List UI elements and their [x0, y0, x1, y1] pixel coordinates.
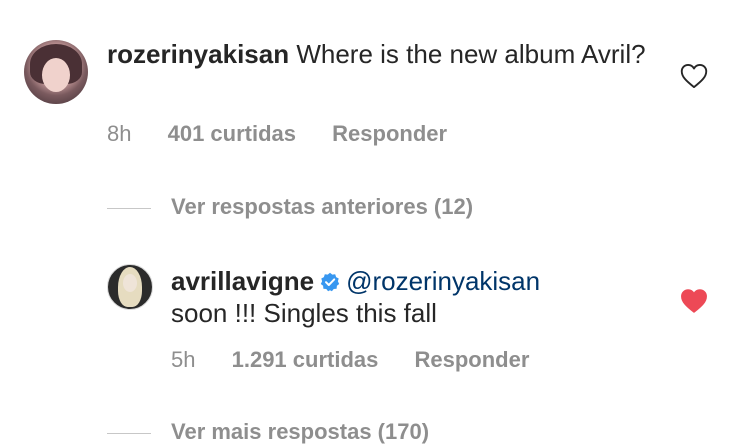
comment-body: avrillavigne @rozerinyakisan soon !!! Si…	[171, 265, 651, 329]
comment-username[interactable]: avrillavigne	[171, 266, 314, 296]
verified-badge-icon	[320, 272, 340, 292]
comment-meta: 8h 401 curtidas Responder	[107, 120, 477, 148]
comment-text: Where is the new album Avril?	[296, 39, 646, 69]
avatar-face	[42, 58, 70, 92]
view-more-replies-button[interactable]: Ver mais respostas (170)	[107, 418, 429, 446]
reply-button[interactable]: Responder	[332, 121, 447, 146]
view-previous-replies-button[interactable]: Ver respostas anteriores (12)	[107, 193, 473, 221]
heart-filled-icon[interactable]	[680, 288, 708, 314]
avatar[interactable]	[107, 264, 153, 310]
comment-text: soon !!! Singles this fall	[171, 298, 437, 328]
heart-outline-icon[interactable]	[680, 63, 708, 89]
comment-mention[interactable]: @rozerinyakisan	[346, 266, 540, 296]
avatar-face	[123, 274, 137, 292]
comment-meta: 5h 1.291 curtidas Responder	[171, 346, 559, 374]
comment-username[interactable]: rozerinyakisan	[107, 39, 289, 69]
comment-time: 8h	[107, 121, 132, 146]
thread-line	[107, 207, 151, 209]
comment-likes[interactable]: 401 curtidas	[168, 121, 296, 146]
view-more-replies-label: Ver mais respostas (170)	[171, 419, 430, 444]
comment-time: 5h	[171, 347, 196, 372]
reply-button[interactable]: Responder	[414, 347, 529, 372]
comment-likes[interactable]: 1.291 curtidas	[232, 347, 379, 372]
comment-body: rozerinyakisan Where is the new album Av…	[107, 38, 667, 70]
view-previous-replies-label: Ver respostas anteriores (12)	[171, 194, 474, 219]
avatar[interactable]	[24, 40, 88, 104]
